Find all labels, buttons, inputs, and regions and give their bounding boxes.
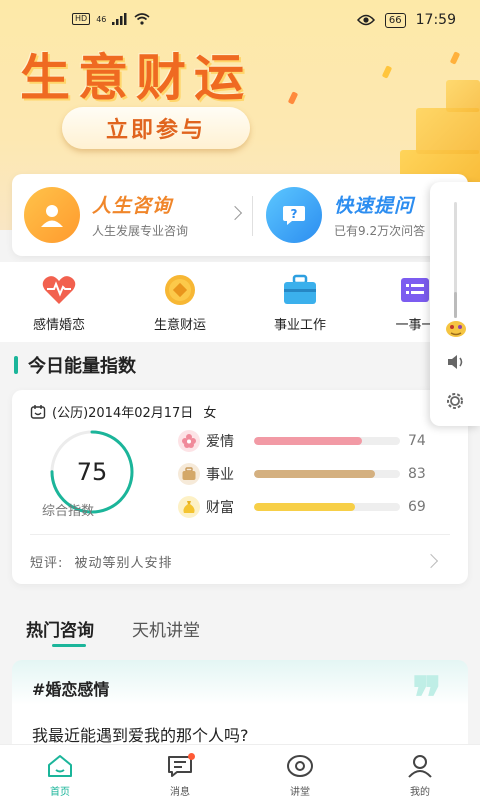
network-type: 46 bbox=[96, 14, 107, 24]
divider bbox=[30, 534, 450, 535]
briefcase-small-icon bbox=[178, 463, 200, 485]
comment-label: 短评: bbox=[30, 556, 64, 571]
category-label: 一事一 bbox=[395, 318, 435, 333]
settings-gear-icon[interactable] bbox=[444, 390, 466, 416]
nav-lecture[interactable]: 讲堂 bbox=[260, 753, 340, 798]
confetti-decor bbox=[381, 65, 393, 79]
list-icon bbox=[396, 274, 434, 306]
stat-value: 74 bbox=[408, 433, 426, 449]
person-icon bbox=[24, 187, 80, 243]
stat-bar-track bbox=[254, 503, 400, 511]
quote-mark-icon: ❞ bbox=[412, 665, 443, 731]
section-title: 今日能量指数 bbox=[28, 356, 136, 377]
date-row: (公历)2014年02月17日 女 bbox=[30, 402, 216, 421]
category-label: 事业工作 bbox=[273, 318, 326, 333]
confetti-decor bbox=[287, 91, 299, 105]
category-love[interactable]: 感情婚恋 bbox=[14, 274, 104, 333]
hot-topic-tag: #婚恋感情 bbox=[32, 680, 110, 699]
floating-side-panel[interactable] bbox=[430, 182, 480, 426]
category-grid: 感情婚恋 生意财运 事业工作 一事一 bbox=[0, 262, 480, 342]
eye-icon bbox=[356, 14, 375, 26]
stat-value: 83 bbox=[408, 466, 426, 482]
stat-value: 69 bbox=[408, 499, 426, 515]
money-bag-icon bbox=[178, 496, 200, 518]
status-bar: HD 46 66 17:59 bbox=[0, 0, 480, 42]
category-label: 生意财运 bbox=[153, 318, 206, 333]
consult-tabs: 热门咨询 天机讲堂 bbox=[26, 616, 200, 647]
energy-section-header: 今日能量指数 bbox=[14, 352, 136, 378]
category-business[interactable]: 生意财运 bbox=[135, 274, 225, 333]
nav-profile[interactable]: 我的 bbox=[380, 753, 460, 798]
lecture-icon bbox=[285, 753, 315, 779]
banner-title: 生意财运 bbox=[20, 49, 252, 107]
consult-card: 人生咨询 人生发展专业咨询 ? 快速提问 已有9.2万次问答 bbox=[12, 174, 468, 256]
wifi-icon bbox=[134, 13, 150, 25]
chevron-right-icon bbox=[227, 205, 243, 221]
nav-home[interactable]: 首页 bbox=[20, 753, 100, 798]
svg-text:?: ? bbox=[291, 207, 298, 221]
nav-label: 讲堂 bbox=[290, 787, 310, 798]
gender-text: 女 bbox=[203, 406, 217, 421]
join-now-button[interactable]: 立即参与 bbox=[62, 107, 250, 149]
hot-question[interactable]: 我最近能遇到爱我的那个人吗? bbox=[32, 722, 249, 746]
stat-label: 爱情 bbox=[206, 434, 234, 450]
quick-ask-title: 快速提问 bbox=[334, 195, 415, 217]
profile-icon bbox=[405, 753, 435, 779]
briefcase-icon bbox=[281, 274, 319, 306]
question-bubble-icon: ? bbox=[266, 187, 322, 243]
heart-pulse-icon bbox=[40, 274, 78, 306]
tab-hot-consult[interactable]: 热门咨询 bbox=[26, 616, 94, 647]
comment-row[interactable]: 短评: 被动等别人安排 bbox=[30, 552, 173, 571]
category-label: 感情婚恋 bbox=[32, 318, 85, 333]
home-icon bbox=[45, 753, 75, 779]
signal-icon bbox=[112, 13, 127, 25]
chevron-right-icon[interactable] bbox=[423, 553, 439, 569]
nav-messages[interactable]: 消息 bbox=[140, 753, 220, 798]
quick-ask-subtitle: 已有9.2万次问答 bbox=[334, 224, 426, 238]
stat-wealth: 财富 69 bbox=[178, 496, 426, 518]
life-consult-subtitle: 人生发展专业咨询 bbox=[92, 224, 189, 238]
stat-career: 事业 83 bbox=[178, 463, 426, 485]
nav-label: 消息 bbox=[170, 787, 190, 798]
hd-indicator: HD bbox=[72, 13, 91, 25]
battery-indicator: 66 bbox=[384, 12, 406, 28]
energy-card[interactable]: (公历)2014年02月17日 女 75 综合指数 爱情 74 事业 83 财富… bbox=[12, 390, 468, 584]
cartoon-avatar-icon[interactable] bbox=[444, 318, 468, 338]
stat-bar-track bbox=[254, 437, 400, 445]
unread-dot bbox=[188, 753, 195, 760]
calendar-icon bbox=[30, 404, 46, 419]
life-consult-entry[interactable]: 人生咨询 人生发展专业咨询 bbox=[12, 174, 252, 256]
stat-bar-fill bbox=[254, 503, 355, 511]
stat-label: 财富 bbox=[206, 500, 234, 516]
comment-text: 被动等别人安排 bbox=[74, 556, 173, 571]
life-consult-title: 人生咨询 bbox=[92, 195, 173, 217]
nav-label: 我的 bbox=[410, 787, 430, 798]
decor-block bbox=[416, 108, 480, 154]
score-label: 综合指数 bbox=[42, 504, 95, 519]
decor-block bbox=[446, 80, 480, 112]
stat-love: 爱情 74 bbox=[178, 430, 426, 452]
volume-slider-fill bbox=[454, 292, 457, 318]
stat-bar-fill bbox=[254, 437, 363, 445]
stat-label: 事业 bbox=[206, 467, 234, 483]
tab-lecture[interactable]: 天机讲堂 bbox=[132, 616, 200, 641]
bottom-nav: 首页 消息 讲堂 我的 bbox=[0, 744, 480, 800]
nav-label: 首页 bbox=[50, 787, 70, 798]
section-accent-bar bbox=[14, 356, 18, 374]
clock: 17:59 bbox=[415, 12, 456, 28]
category-career[interactable]: 事业工作 bbox=[255, 274, 345, 333]
stat-bar-track bbox=[254, 470, 400, 478]
date-text: (公历)2014年02月17日 bbox=[52, 406, 194, 421]
speaker-icon[interactable] bbox=[446, 354, 466, 374]
flower-icon bbox=[178, 430, 200, 452]
confetti-decor bbox=[449, 51, 461, 65]
coin-icon bbox=[161, 274, 199, 306]
stat-bar-fill bbox=[254, 470, 376, 478]
